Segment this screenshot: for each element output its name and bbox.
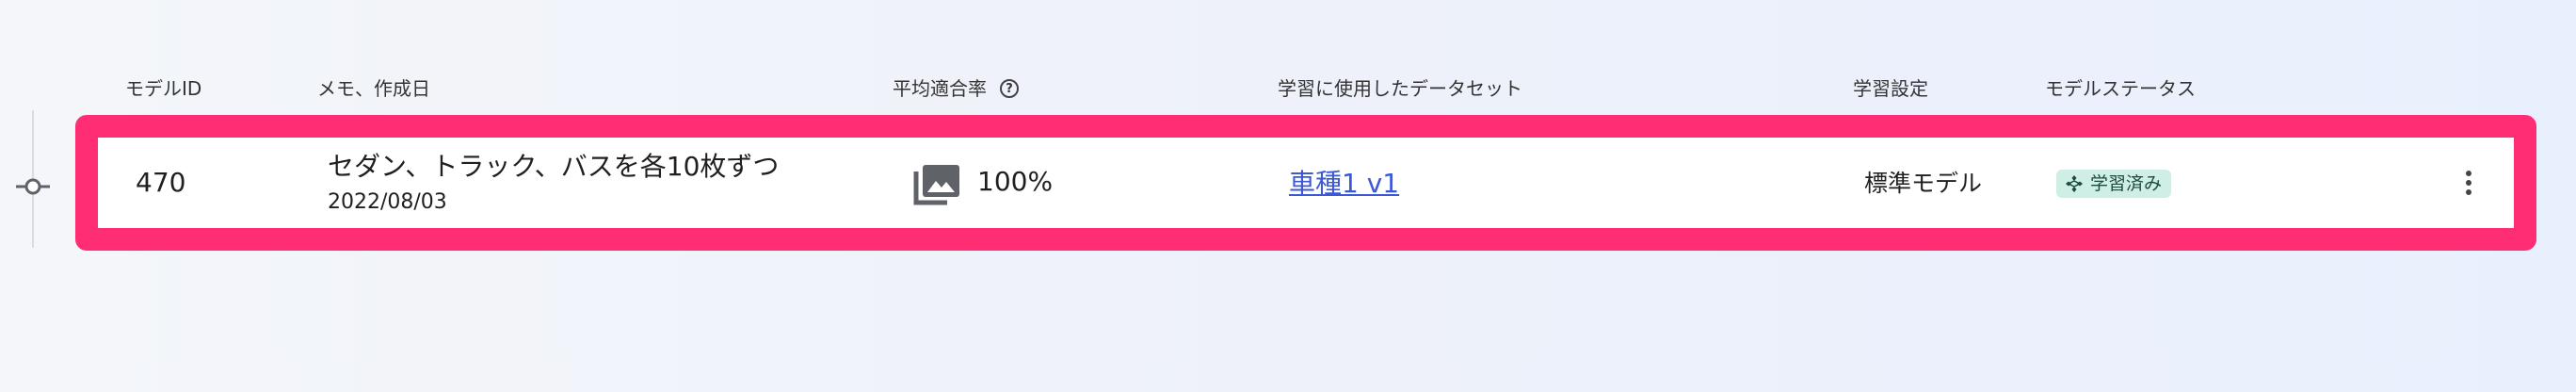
header-setting: 学習設定 (1853, 77, 1928, 100)
header-status: モデルステータス (2045, 77, 2196, 100)
status-label: 学習済み (2090, 173, 2163, 194)
model-id-value: 470 (136, 167, 186, 198)
created-date: 2022/08/03 (328, 190, 447, 214)
avg-rate-value: 100% (977, 166, 1054, 197)
memo-text: セダン、トラック、バスを各10枚ずつ (328, 151, 780, 182)
status-badge: 学習済み (2056, 170, 2172, 198)
photo-library-icon (913, 165, 959, 205)
header-model-id: モデルID (125, 77, 202, 100)
more-vert-icon[interactable] (2459, 164, 2478, 202)
help-icon[interactable]: ? (1000, 78, 1019, 98)
header-avg-rate-label: 平均適合率 (893, 77, 987, 100)
header-dataset: 学習に使用したデータセット (1278, 77, 1522, 100)
dataset-link[interactable]: 車種1 v1 (1289, 166, 1399, 202)
header-memo-date: メモ、作成日 (317, 77, 430, 100)
header-avg-rate: 平均適合率? (893, 75, 1019, 102)
model-icon (2066, 175, 2083, 192)
selected-row-highlight: 470 セダン、トラック、バスを各10枚ずつ 2022/08/03 100% 車… (75, 115, 2536, 251)
commit-node-icon (16, 178, 50, 195)
training-setting: 標準モデル (1864, 170, 1983, 197)
table-row[interactable]: 470 セダン、トラック、バスを各10枚ずつ 2022/08/03 100% 車… (98, 138, 2514, 228)
